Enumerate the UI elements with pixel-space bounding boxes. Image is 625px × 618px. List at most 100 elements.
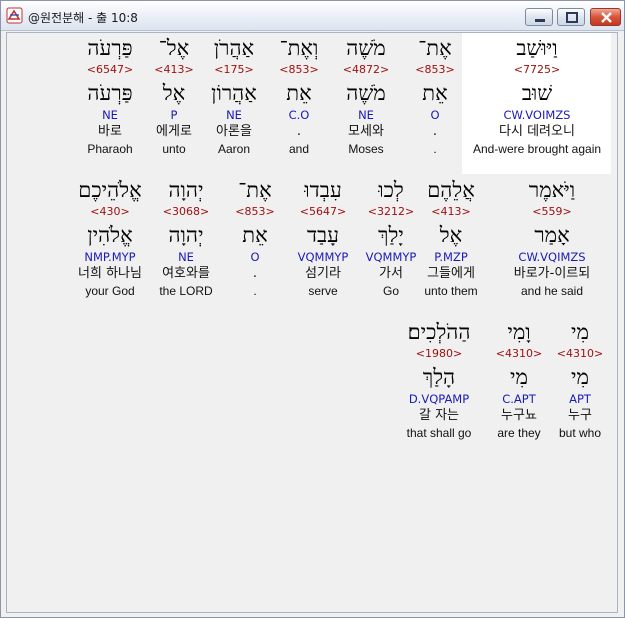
- lexical-form: מִי: [571, 365, 589, 389]
- english-gloss: Go: [382, 284, 399, 298]
- word-cell[interactable]: עִבְדוּ <5647> עָבַד VQMMYP 섬기라 serve: [289, 177, 357, 299]
- word-cell[interactable]: אַהֲרֹן <175> אַהֲרוֹן NE 아론을 Aaron: [200, 35, 268, 157]
- korean-gloss: 여호와를: [162, 266, 210, 281]
- korean-gloss: 다시 데려오니: [499, 124, 575, 139]
- word-cell[interactable]: יְהוָה <3068> יְהוָה NE 여호와를 the LORD: [152, 177, 220, 299]
- english-gloss: Aaron: [217, 142, 251, 156]
- korean-gloss: 바로가-이르되: [513, 266, 591, 281]
- title-bar[interactable]: @원전분해 - 출 10:8: [1, 1, 624, 31]
- lexical-form: הָלַךְ: [422, 365, 456, 389]
- window-title: @원전분해 - 출 10:8: [28, 11, 138, 25]
- english-gloss: your God: [85, 284, 135, 298]
- lexical-form: אַהֲרוֹן: [211, 81, 257, 105]
- parsing-code: NMP.MYP: [84, 250, 136, 264]
- hebrew-word: וַיּוּשַׁב: [516, 36, 558, 60]
- strong-number: <853>: [415, 63, 455, 76]
- word-cell[interactable]: אֶת־ <853> אֵת O..: [221, 177, 289, 299]
- korean-gloss: 갈 자는: [418, 408, 459, 423]
- hebrew-word: עִבְדוּ: [304, 178, 342, 202]
- minimize-button[interactable]: [525, 8, 553, 26]
- word-cell[interactable]: וַיֹּאמֶר <559> אָמַר CW.VQIMZS 바로가-이르되 and h…: [507, 177, 597, 299]
- hebrew-word: מִי: [571, 320, 589, 344]
- lexical-form: יָלַךְ: [378, 223, 404, 247]
- strong-number: <6547>: [86, 63, 134, 76]
- lexical-form: מִי: [510, 365, 528, 389]
- korean-gloss: 아론을: [216, 124, 252, 139]
- lexical-form: אֶל: [162, 81, 186, 105]
- english-gloss: serve: [308, 284, 338, 298]
- word-cell[interactable]: הַהֹלְכִים׃ <1980> הָלַךְ D.VQPAMP 갈 자는 that …: [400, 319, 478, 441]
- korean-gloss: .: [432, 124, 438, 139]
- hebrew-word: יְהוָה: [168, 178, 204, 202]
- strong-number: <4872>: [342, 63, 390, 76]
- maximize-button[interactable]: [557, 8, 585, 26]
- strong-number: <413>: [431, 205, 471, 218]
- strong-number: <853>: [279, 63, 319, 76]
- strong-number: <1980>: [415, 347, 463, 360]
- parsing-code: C.O: [288, 108, 310, 122]
- strong-number: <3212>: [367, 205, 415, 218]
- hebrew-word: אֶת־: [418, 36, 452, 60]
- parsing-code: P.MZP: [434, 250, 468, 264]
- lexical-form: יְהוָה: [168, 223, 204, 247]
- english-gloss: are they: [497, 426, 541, 440]
- close-icon: [601, 12, 612, 23]
- hebrew-word: וָמִי: [507, 320, 531, 344]
- english-gloss: Pharaoh: [87, 142, 133, 156]
- word-cell[interactable]: אֶת־ <853> אֵת O..: [401, 35, 469, 157]
- korean-gloss: 바로: [98, 124, 122, 139]
- english-gloss: And-were brought again: [472, 142, 602, 156]
- hebrew-word: אֲלֵהֶם: [427, 178, 475, 202]
- korean-gloss: 누구: [568, 408, 592, 423]
- strong-number: <559>: [532, 205, 572, 218]
- lexical-form: אֵת: [242, 223, 268, 247]
- korean-gloss: 섬기라: [305, 266, 341, 281]
- parsing-code: CW.VOIMZS: [503, 108, 571, 122]
- close-button[interactable]: [590, 8, 621, 26]
- korean-gloss: 너희 하나님: [78, 266, 142, 281]
- lexical-form: אֵת: [422, 81, 448, 105]
- strong-number: <7725>: [513, 63, 561, 76]
- word-cell[interactable]: וַיּוּשַׁב <7725> שׁוּב CW.VOIMZS 다시 데려오니 And…: [462, 35, 612, 157]
- word-cell[interactable]: וָמִי <4310> מִי C.APT 누구뇨 are they: [485, 319, 553, 441]
- strong-number: <413>: [154, 63, 194, 76]
- hebrew-word: אַהֲרֹן: [213, 36, 255, 60]
- parsing-code: D.VQPAMP: [408, 392, 470, 406]
- strong-number: <4310>: [556, 347, 604, 360]
- korean-gloss: 그들에게: [427, 266, 475, 281]
- korean-gloss: 누구뇨: [501, 408, 537, 423]
- english-gloss: and: [288, 142, 310, 156]
- word-cell[interactable]: אֶל־ <413> אֶל P 에게로 unto: [140, 35, 208, 157]
- word-cell[interactable]: מִי <4310> מִי APT 누구 but who: [546, 319, 614, 441]
- parsing-code: CW.VQIMZS: [518, 250, 586, 264]
- parsing-code: NE: [178, 250, 194, 264]
- korean-gloss: .: [296, 124, 302, 139]
- parsing-code: C.APT: [502, 392, 536, 406]
- parsing-code: P: [170, 108, 178, 122]
- word-cell[interactable]: אֲלֵהֶם <413> אֶל P.MZP 그들에게 unto them: [417, 177, 485, 299]
- lexical-form: אֱלֹהִין: [87, 223, 133, 247]
- word-cell[interactable]: לְכוּ <3212> יָלַךְ VQMMYP 가서 Go: [357, 177, 425, 299]
- word-cell[interactable]: וְאֶת־ <853> אֵת C.O. and: [265, 35, 333, 157]
- lexical-form: עָבַד: [306, 223, 340, 247]
- english-gloss: .: [433, 142, 437, 156]
- english-gloss: unto them: [424, 284, 478, 298]
- hebrew-word: לְכוּ: [378, 178, 404, 202]
- korean-gloss: .: [252, 266, 258, 281]
- hebrew-word: פַּרְעֹה: [87, 36, 133, 60]
- word-cell[interactable]: אֱלֹהֵיכֶם <430> אֱלֹהִין NMP.MYP 너희 하나님 your…: [67, 177, 153, 299]
- parsing-code: VQMMYP: [297, 250, 349, 264]
- english-gloss: that shall go: [406, 426, 472, 440]
- strong-number: <175>: [214, 63, 254, 76]
- hebrew-word: אֶל־: [158, 36, 190, 60]
- parsing-code: NE: [358, 108, 374, 122]
- minimize-icon: [535, 19, 545, 22]
- verse-panel[interactable]: וַיּוּשַׁב <7725> שׁוּב CW.VOIMZS 다시 데려오니 And…: [6, 32, 618, 613]
- hebrew-word: מֹשֶׁה: [346, 36, 386, 60]
- word-cell[interactable]: פַּרְעֹה <6547> פַּרְעֹה NE 바로 Pharaoh: [76, 35, 144, 157]
- hebrew-word: אֱלֹהֵיכֶם: [78, 178, 142, 202]
- korean-gloss: 가서: [379, 266, 403, 281]
- maximize-icon: [566, 12, 578, 23]
- word-cell[interactable]: מֹשֶׁה <4872> מֹשֶׁה NE 모세와 Moses: [332, 35, 400, 157]
- parsing-code: APT: [569, 392, 591, 406]
